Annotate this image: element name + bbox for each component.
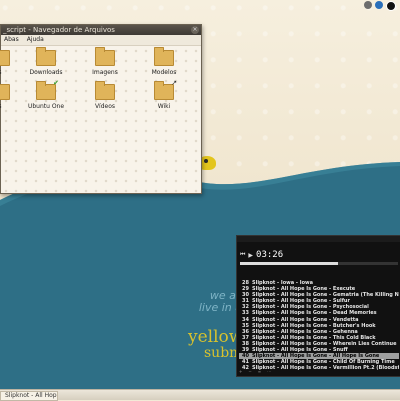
seek-bar[interactable]: [240, 262, 398, 265]
file-item-videos[interactable]: Vídeos: [82, 81, 128, 110]
track-title: Slipknot - All Hope Is Gone - Sulfur: [252, 298, 350, 305]
menu-ajuda[interactable]: Ajuda: [27, 35, 44, 45]
track-title: Slipknot - All Hope Is Gone - Snuff: [252, 347, 348, 354]
file-label: s: [0, 103, 2, 110]
file-item[interactable]: s: [0, 50, 23, 76]
wallpaper-line-2: live in a: [198, 301, 242, 314]
play-icon[interactable]: ▶: [248, 252, 253, 259]
track-title: Slipknot - All Hope Is Gone - All Hope I…: [252, 353, 380, 360]
folder-link-icon: ↗: [154, 79, 177, 100]
system-tray: [360, 0, 400, 12]
folder-icon: [95, 81, 115, 100]
folder-icon: [0, 84, 10, 100]
file-item-wiki[interactable]: ↗ Wiki: [141, 79, 187, 110]
remove-icon[interactable]: −: [248, 369, 251, 374]
close-icon[interactable]: ×: [191, 26, 199, 34]
select-icon[interactable]: ≡: [258, 369, 261, 374]
menu-abas[interactable]: Abas: [4, 35, 19, 45]
track-title: Slipknot - All Hope Is Gone - This Cold …: [252, 334, 376, 341]
network-icon[interactable]: [364, 1, 372, 9]
session-icon[interactable]: [386, 1, 396, 11]
file-item-imagens[interactable]: Imagens: [82, 47, 128, 76]
ubuntu-one-folder-icon: ✔: [36, 79, 59, 100]
file-label: Wiki: [157, 103, 171, 110]
track-title: Slipknot - All Hope Is Gone - Wherein Li…: [252, 340, 397, 347]
folder-icon: [36, 47, 56, 66]
link-arrow-icon: ↗: [171, 79, 177, 87]
track-title: Slipknot - All Hope Is Gone - Gehenna: [252, 328, 358, 335]
folder-icon: [0, 50, 10, 66]
track-title: Slipknot - All Hope Is Gone - Gematria (…: [252, 292, 399, 299]
track-title: Slipknot - All Hope Is Gone - Dead Memor…: [252, 310, 377, 317]
user-icon[interactable]: [375, 1, 383, 9]
wallpaper-text: we all live in a: [182, 290, 242, 314]
file-manager-window: _script - Navegador de Arquivos × Abas A…: [0, 24, 202, 194]
file-label: s: [0, 69, 2, 76]
track-title: Slipknot - All Hope Is Gone - Psychosoci…: [252, 304, 369, 311]
file-label: Modelos: [151, 69, 177, 76]
file-item-downloads[interactable]: Downloads: [23, 47, 69, 76]
window-titlebar[interactable]: _script - Navegador de Arquivos ×: [1, 25, 201, 35]
misc-icon[interactable]: ⋯: [267, 369, 271, 374]
player-bottom-bar: + − ≡ ⋯: [239, 369, 271, 374]
add-icon[interactable]: +: [239, 369, 242, 374]
seek-bar-fill: [240, 262, 338, 265]
file-item-modelos[interactable]: Modelos: [141, 47, 187, 76]
file-label: Vídeos: [94, 103, 116, 110]
music-player-window: ⏮ ▶ 03:26 28 Slipknot - Iowa - Iowa 29 Slip…: [236, 235, 400, 377]
file-label: Downloads: [29, 69, 63, 76]
track-title: Slipknot - All Hope Is Gone - Vendetta: [252, 316, 359, 323]
playlist: 28 Slipknot - Iowa - Iowa 29 Slipknot - All…: [239, 280, 399, 371]
folder-icon: [154, 47, 174, 66]
menu-bar: Abas Ajuda: [1, 35, 201, 46]
window-title: _script - Navegador de Arquivos: [3, 26, 115, 34]
track-title: Slipknot - Iowa - Iowa: [252, 280, 314, 286]
player-controls: ⏮ ▶ 03:26: [237, 250, 400, 260]
player-info-line: [237, 242, 400, 250]
file-item-ubuntu-one[interactable]: ✔ Ubuntu One: [23, 79, 69, 110]
taskbar: Slipknot - All Hope...: [0, 389, 400, 401]
folder-icon: [95, 47, 115, 66]
track-title: Slipknot - All Hope Is Gone - Child Of B…: [252, 359, 395, 366]
track-title: Slipknot - All Hope Is Gone - Vermillion…: [252, 365, 399, 372]
file-label: Ubuntu One: [27, 103, 65, 110]
track-title: Slipknot - All Hope Is Gone - Execute: [252, 286, 356, 293]
player-time: 03:26: [256, 250, 284, 260]
track-title: Slipknot - All Hope Is Gone - Butcher's …: [252, 322, 376, 329]
file-label: Imagens: [92, 69, 118, 76]
prev-icon[interactable]: ⏮: [240, 251, 245, 259]
check-icon: ✔: [53, 79, 59, 87]
file-view: s Downloads Imagens Modelos s ✔ Ubuntu O…: [0, 46, 201, 193]
file-item[interactable]: s: [0, 84, 23, 110]
